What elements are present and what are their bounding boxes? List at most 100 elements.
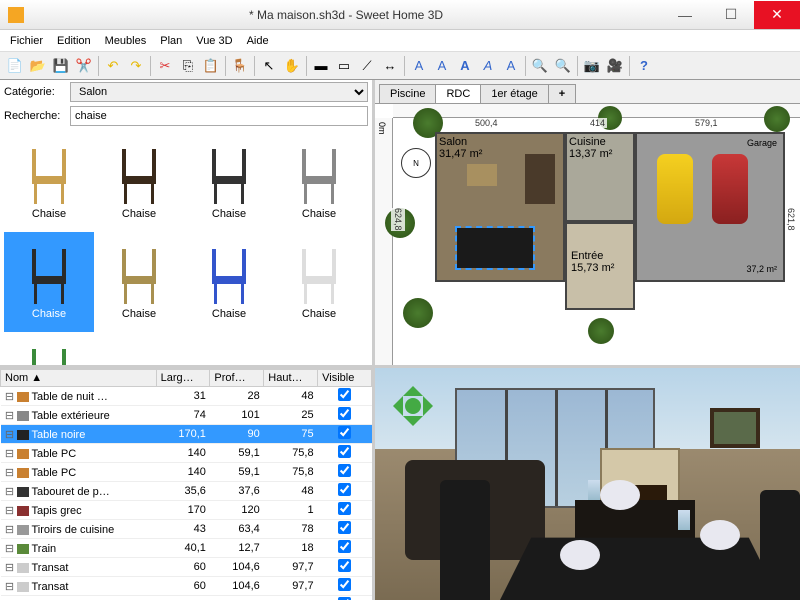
dining-table-3d — [500, 538, 780, 600]
plate-icon — [700, 520, 740, 550]
room-garage[interactable]: Garage 37,2 m² — [635, 132, 785, 282]
zoom-in-icon[interactable]: 🔍 — [529, 55, 551, 77]
table-row[interactable]: ⊟Table extérieure7410125 — [1, 406, 372, 425]
menu-plan[interactable]: Plan — [154, 33, 188, 49]
visible-checkbox[interactable] — [338, 540, 351, 553]
category-select[interactable]: Salon — [70, 82, 368, 102]
catalog-item[interactable]: Chaise — [184, 132, 274, 232]
visible-checkbox[interactable] — [338, 483, 351, 496]
cut-icon[interactable]: ✂ — [154, 55, 176, 77]
paste-icon[interactable]: 📋 — [200, 55, 222, 77]
select-icon[interactable]: ↖ — [258, 55, 280, 77]
camera-icon[interactable]: 📷 — [581, 55, 603, 77]
visible-checkbox[interactable] — [338, 426, 351, 439]
maximize-button[interactable]: ☐ — [708, 1, 754, 29]
undo-icon[interactable]: ↶ — [102, 55, 124, 77]
text-a2-icon[interactable]: A — [431, 55, 453, 77]
new-icon[interactable]: 📄 — [4, 55, 26, 77]
table-row[interactable]: ⊟Table noire170,19075 — [1, 425, 372, 444]
visible-checkbox[interactable] — [338, 578, 351, 591]
plan-view[interactable]: 0m N 500,4 414 579,1 624,8 621,8 Salon31… — [375, 104, 800, 368]
open-icon[interactable]: 📂 — [27, 55, 49, 77]
nav-right-icon[interactable] — [423, 396, 443, 416]
close-button[interactable]: ✕ — [754, 1, 800, 29]
add-furniture-icon[interactable]: 🪑 — [229, 55, 251, 77]
menu-vue3d[interactable]: Vue 3D — [190, 33, 238, 49]
zoom-out-icon[interactable]: 🔍 — [552, 55, 574, 77]
3d-view[interactable] — [375, 368, 800, 600]
plan-tabs: Piscine RDC 1er étage + — [375, 80, 800, 104]
table-row[interactable]: ⊟Tapis grec1701201 — [1, 501, 372, 520]
nav-down-icon[interactable] — [403, 416, 423, 436]
visible-checkbox[interactable] — [338, 559, 351, 572]
catalog-item[interactable]: Chaise — [4, 332, 94, 365]
text-bold-icon[interactable]: A — [454, 55, 476, 77]
catalog-item[interactable]: Chaise — [274, 232, 364, 332]
prefs-icon[interactable]: ✂️ — [73, 55, 95, 77]
text-a5-icon[interactable]: A — [500, 55, 522, 77]
nav-controls[interactable] — [383, 376, 443, 436]
menu-edition[interactable]: Edition — [51, 33, 97, 49]
search-input[interactable] — [70, 106, 368, 126]
minimize-button[interactable]: — — [662, 1, 708, 29]
menu-meubles[interactable]: Meubles — [99, 33, 153, 49]
bush-icon — [403, 298, 433, 328]
catalog-item[interactable]: Chaise — [184, 232, 274, 332]
furniture-table[interactable]: Nom ▲ Larg… Prof… Haut… Visible ⊟Table d… — [0, 368, 372, 600]
catalog-item[interactable]: Chaise — [4, 232, 94, 332]
col-height[interactable]: Haut… — [264, 370, 318, 387]
tab-add[interactable]: + — [548, 84, 576, 103]
tab-piscine[interactable]: Piscine — [379, 84, 436, 103]
nav-left-icon[interactable] — [383, 396, 403, 416]
table-row[interactable]: ⊟Transat60104,697,7 — [1, 558, 372, 577]
visible-checkbox[interactable] — [338, 521, 351, 534]
save-icon[interactable]: 💾 — [50, 55, 72, 77]
table-row[interactable]: ⊟Tiroirs de cuisine4363,478 — [1, 520, 372, 539]
help-icon[interactable]: ? — [633, 55, 655, 77]
wall-icon[interactable]: ▬ — [310, 55, 332, 77]
sofa-icon[interactable] — [525, 154, 555, 204]
catalog-item[interactable]: Chaise — [4, 132, 94, 232]
table-row[interactable]: ⊟Transat60104,697,7 — [1, 577, 372, 596]
polyline-icon[interactable]: ⟋ — [356, 55, 378, 77]
room-salon[interactable]: Salon31,47 m² — [435, 132, 565, 282]
tab-1er-etage[interactable]: 1er étage — [480, 84, 548, 103]
car-yellow-icon[interactable] — [657, 154, 693, 224]
menu-fichier[interactable]: Fichier — [4, 33, 49, 49]
dimension-icon[interactable]: ↔ — [379, 55, 401, 77]
pan-icon[interactable]: ✋ — [281, 55, 303, 77]
plate-icon — [600, 480, 640, 510]
table-row[interactable]: ⊟Table PC14059,175,8 — [1, 444, 372, 463]
room-cuisine[interactable]: Cuisine13,37 m² — [565, 132, 635, 222]
selected-furniture[interactable] — [457, 228, 533, 268]
col-visible[interactable]: Visible — [318, 370, 372, 387]
tab-rdc[interactable]: RDC — [435, 84, 481, 103]
nav-center-icon[interactable] — [405, 398, 421, 414]
table-row[interactable]: ⊟Tremble344312559 — [1, 596, 372, 600]
menu-aide[interactable]: Aide — [241, 33, 275, 49]
table-row[interactable]: ⊟Train40,112,718 — [1, 539, 372, 558]
col-depth[interactable]: Prof… — [210, 370, 264, 387]
car-red-icon[interactable] — [712, 154, 748, 224]
video-icon[interactable]: 🎥 — [604, 55, 626, 77]
catalog-item[interactable]: Chaise — [94, 132, 184, 232]
col-name[interactable]: Nom ▲ — [1, 370, 157, 387]
room-icon[interactable]: ▭ — [333, 55, 355, 77]
visible-checkbox[interactable] — [338, 502, 351, 515]
catalog-item[interactable]: Chaise — [274, 132, 364, 232]
table-row[interactable]: ⊟Table de nuit …312848 — [1, 387, 372, 406]
copy-icon[interactable]: ⎘ — [177, 55, 199, 77]
col-width[interactable]: Larg… — [156, 370, 210, 387]
text-icon[interactable]: A — [408, 55, 430, 77]
visible-checkbox[interactable] — [338, 388, 351, 401]
table-row[interactable]: ⊟Table PC14059,175,8 — [1, 463, 372, 482]
visible-checkbox[interactable] — [338, 464, 351, 477]
nav-up-icon[interactable] — [403, 376, 423, 396]
visible-checkbox[interactable] — [338, 445, 351, 458]
room-entree[interactable]: Entrée15,73 m² — [565, 222, 635, 310]
visible-checkbox[interactable] — [338, 407, 351, 420]
table-row[interactable]: ⊟Tabouret de p…35,637,648 — [1, 482, 372, 501]
redo-icon[interactable]: ↷ — [125, 55, 147, 77]
text-italic-icon[interactable]: A — [477, 55, 499, 77]
catalog-item[interactable]: Chaise — [94, 232, 184, 332]
